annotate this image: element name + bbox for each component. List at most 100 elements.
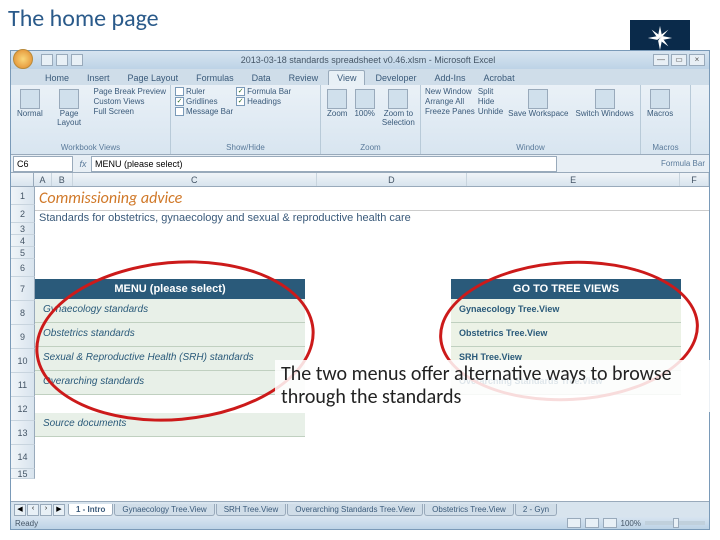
zoom-thumb[interactable] [673, 518, 679, 528]
col-header-d[interactable]: D [317, 173, 468, 186]
group-label-zoom: Zoom [325, 143, 416, 152]
row-header[interactable]: 10 [11, 349, 35, 373]
qat-undo-icon[interactable] [56, 54, 68, 66]
gridlines-checkbox[interactable]: ✓Gridlines [175, 97, 233, 106]
page-layout-button[interactable]: Page Layout [48, 87, 91, 130]
row-header[interactable]: 2 [11, 205, 35, 223]
macros-icon [650, 89, 670, 109]
col-header-b[interactable]: B [52, 173, 73, 186]
menu-item-gynaecology[interactable]: Gynaecology standards [35, 299, 305, 323]
row-header[interactable]: 6 [11, 259, 35, 277]
row-header[interactable]: 1 [11, 187, 35, 205]
menu-item-obstetrics[interactable]: Obstetrics standards [35, 323, 305, 347]
name-box[interactable]: C6 [13, 156, 73, 172]
sheet-tab-gyn2[interactable]: 2 - Gyn [515, 504, 557, 516]
fx-icon[interactable]: fx [75, 159, 91, 169]
tree-item-obstetrics[interactable]: Obstetrics Tree.View [451, 323, 681, 347]
row-header[interactable]: 4 [11, 235, 35, 247]
restore-button[interactable]: ▭ [671, 54, 687, 66]
tab-nav-prev-icon[interactable]: ‹ [27, 504, 39, 516]
row-header[interactable]: 15 [11, 469, 35, 479]
row-header[interactable]: 9 [11, 325, 35, 349]
row-header[interactable]: 12 [11, 397, 35, 421]
zoom-100-button[interactable]: 100% [352, 87, 376, 121]
unhide-button[interactable]: Unhide [478, 107, 503, 116]
tree-header: GO TO TREE VIEWS [451, 279, 681, 299]
window-title: 2013-03-18 standards spreadsheet v0.46.x… [83, 55, 653, 65]
sheet-tab-srh[interactable]: SRH Tree.View [216, 504, 287, 516]
row-header[interactable]: 3 [11, 223, 35, 235]
qat-redo-icon[interactable] [71, 54, 83, 66]
page-break-preview-button[interactable]: Page Break Preview [94, 87, 166, 96]
tab-page-layout[interactable]: Page Layout [120, 71, 187, 85]
full-screen-button[interactable]: Full Screen [94, 107, 166, 116]
sheet-tab-overarching[interactable]: Overarching Standards Tree.View [287, 504, 423, 516]
tab-view[interactable]: View [328, 70, 365, 85]
tab-nav-next-icon[interactable]: › [40, 504, 52, 516]
row-header[interactable]: 5 [11, 247, 35, 259]
group-label-show-hide: Show/Hide [175, 143, 316, 152]
normal-view-icon [20, 89, 40, 109]
tab-acrobat[interactable]: Acrobat [476, 71, 523, 85]
tab-add-ins[interactable]: Add-Ins [427, 71, 474, 85]
zoom-slider[interactable] [645, 521, 705, 525]
hide-button[interactable]: Hide [478, 97, 503, 106]
headings-checkbox[interactable]: ✓Headings [236, 97, 291, 106]
col-header-e[interactable]: E [467, 173, 680, 186]
column-headers: A B C D E F [11, 173, 709, 187]
zoom-button[interactable]: Zoom [325, 87, 349, 121]
new-window-button[interactable]: New Window [425, 87, 475, 96]
formula-bar[interactable]: MENU (please select) [91, 156, 557, 172]
view-layout-icon[interactable] [585, 518, 599, 528]
zoom-selection-icon [388, 89, 408, 109]
row-header[interactable]: 14 [11, 445, 35, 469]
message-bar-checkbox[interactable]: Message Bar [175, 107, 233, 116]
split-button[interactable]: Split [478, 87, 503, 96]
custom-views-button[interactable]: Custom Views [94, 97, 166, 106]
ruler-checkbox[interactable]: Ruler [175, 87, 233, 96]
menu-item-overarching[interactable]: Overarching standards [35, 371, 305, 395]
row-header[interactable]: 8 [11, 301, 35, 325]
tab-nav-last-icon[interactable]: ▶ [53, 504, 65, 516]
row-headers: 1 2 3 4 5 6 7 8 9 10 11 12 13 14 15 [11, 187, 35, 479]
row-header[interactable]: 7 [11, 277, 35, 301]
row-header[interactable]: 13 [11, 421, 35, 445]
tab-nav-first-icon[interactable]: ◀ [14, 504, 26, 516]
group-label-macros: Macros [645, 143, 686, 152]
col-header-c[interactable]: C [73, 173, 317, 186]
zoom-selection-button[interactable]: Zoom to Selection [380, 87, 417, 130]
view-break-icon[interactable] [603, 518, 617, 528]
cells[interactable]: Commissioning advice Standards for obste… [35, 187, 709, 225]
qat-save-icon[interactable] [41, 54, 53, 66]
close-button[interactable]: × [689, 54, 705, 66]
save-workspace-button[interactable]: Save Workspace [506, 87, 570, 121]
formula-bar-checkbox[interactable]: ✓Formula Bar [236, 87, 291, 96]
tab-developer[interactable]: Developer [367, 71, 424, 85]
sheet-tab-gynaecology[interactable]: Gynaecology Tree.View [114, 504, 214, 516]
zoom-icon [327, 89, 347, 109]
tab-formulas[interactable]: Formulas [188, 71, 242, 85]
tree-item-gynaecology[interactable]: Gynaecology Tree.View [451, 299, 681, 323]
switch-windows-button[interactable]: Switch Windows [574, 87, 636, 121]
arrange-all-button[interactable]: Arrange All [425, 97, 475, 106]
tab-home[interactable]: Home [37, 71, 77, 85]
view-normal-icon[interactable] [567, 518, 581, 528]
slide-annotation: The two menus offer alternative ways to … [275, 360, 720, 412]
tab-review[interactable]: Review [281, 71, 327, 85]
row-header[interactable]: 11 [11, 373, 35, 397]
menu-item-srh[interactable]: Sexual & Reproductive Health (SRH) stand… [35, 347, 305, 371]
select-all-corner[interactable] [11, 173, 34, 186]
col-header-f[interactable]: F [680, 173, 709, 186]
minimize-button[interactable]: — [653, 54, 669, 66]
office-button[interactable] [13, 49, 33, 69]
tab-data[interactable]: Data [244, 71, 279, 85]
freeze-panes-button[interactable]: Freeze Panes [425, 107, 475, 116]
sheet-tab-intro[interactable]: 1 - Intro [68, 504, 113, 516]
tab-insert[interactable]: Insert [79, 71, 118, 85]
group-label-window: Window [425, 143, 636, 152]
sheet-tab-obstetrics[interactable]: Obstetrics Tree.View [424, 504, 514, 516]
col-header-a[interactable]: A [34, 173, 51, 186]
macros-button[interactable]: Macros [645, 87, 675, 121]
normal-view-button[interactable]: Normal [15, 87, 45, 121]
menu-item-source-documents[interactable]: Source documents [35, 413, 305, 437]
